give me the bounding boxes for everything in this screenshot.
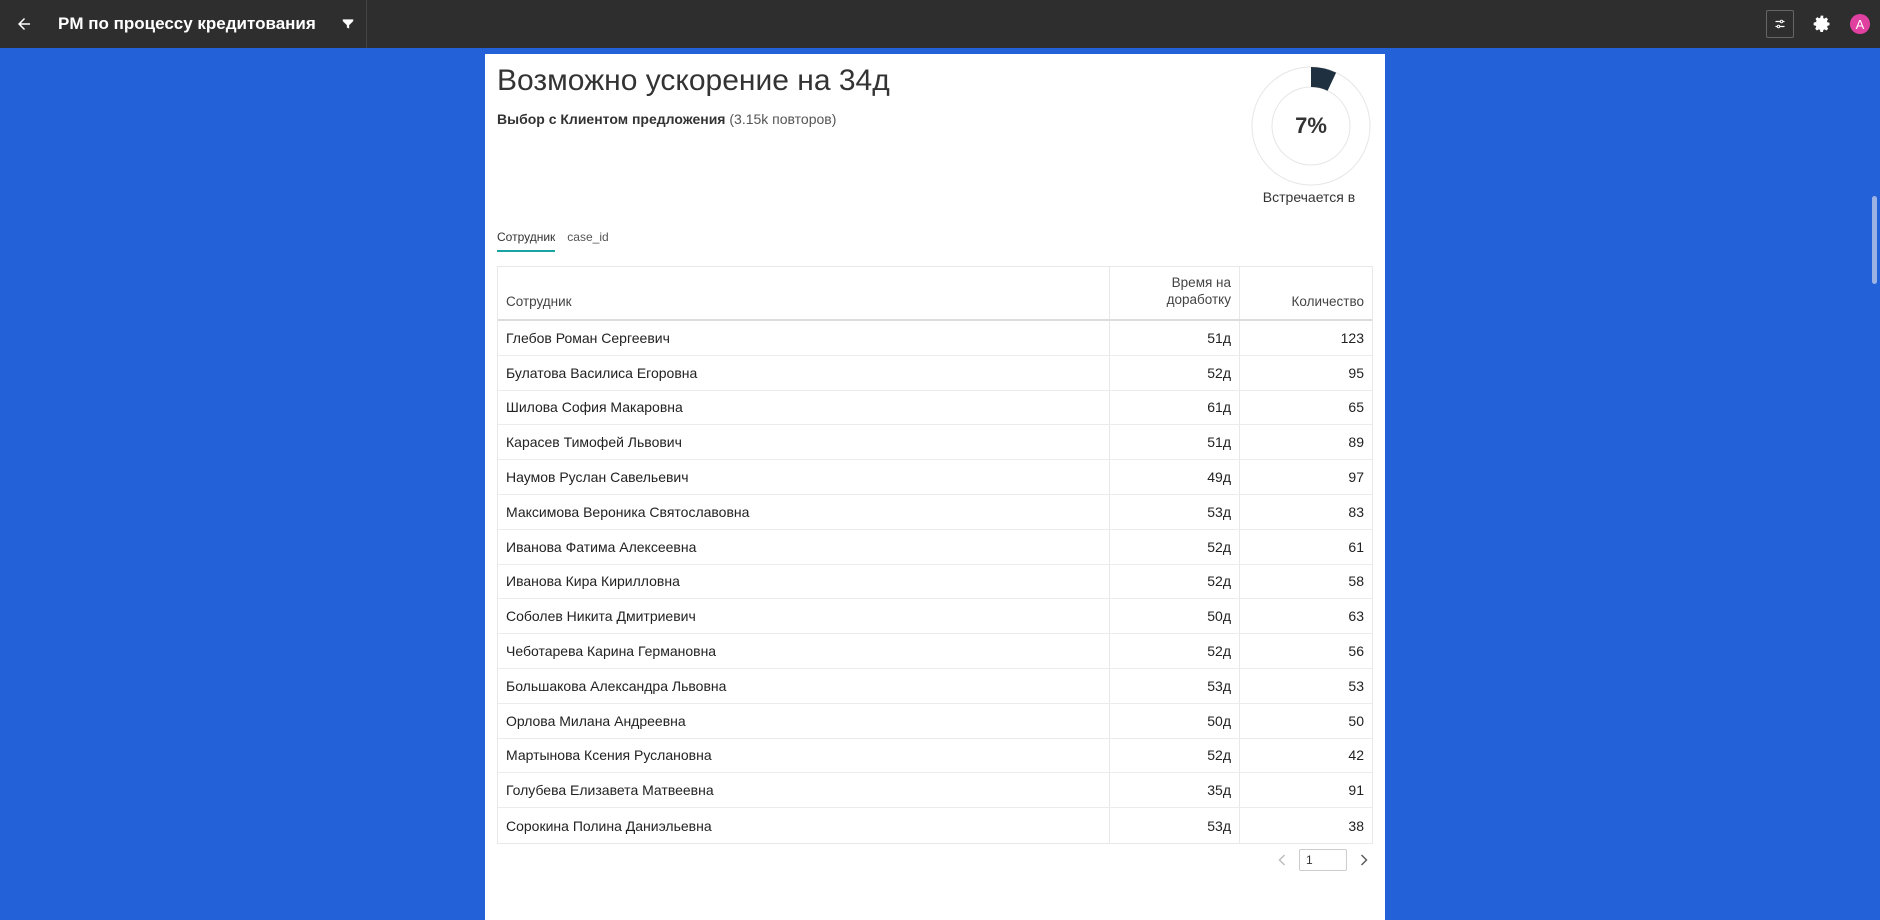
chevron-left-icon xyxy=(1278,854,1285,866)
prev-page-button[interactable] xyxy=(1275,851,1289,869)
tab-bar: Сотрудник case_id xyxy=(497,230,609,252)
count-cell: 89 xyxy=(1348,434,1364,451)
filter-icon xyxy=(342,19,354,29)
employee-name-cell: Соболев Никита Дмитриевич xyxy=(498,599,1110,634)
tab-employee[interactable]: Сотрудник xyxy=(497,230,556,252)
page-title: PM по процессу кредитования xyxy=(58,14,316,33)
donut-caption: Встречается в xyxy=(1262,189,1356,205)
table-row[interactable]: Иванова Фатима Алексеевна 52д 61 xyxy=(498,529,1372,565)
employee-name-cell: Булатова Василиса Егоровна xyxy=(498,355,1110,390)
rework-time-cell: 53д xyxy=(1110,668,1240,703)
count-cell: 123 xyxy=(1340,329,1364,346)
table-row[interactable]: Голубева Елизавета Матвеевна 35д 91 xyxy=(498,773,1372,809)
table-row[interactable]: Глебов Роман Сергеевич 51д 123 xyxy=(498,321,1372,356)
rework-time-cell: 50д xyxy=(1110,599,1240,634)
table-row[interactable]: Соболев Никита Дмитриевич 50д 63 xyxy=(498,599,1372,635)
rework-time-cell: 52д xyxy=(1110,529,1240,564)
gear-icon xyxy=(1813,15,1830,32)
table-row[interactable]: Мартынова Ксения Руслановна 52д 42 xyxy=(498,738,1372,774)
employee-name-cell: Мартынова Ксения Руслановна xyxy=(498,738,1110,773)
sliders-icon xyxy=(1775,19,1785,29)
count-cell: 97 xyxy=(1348,469,1364,486)
settings-button[interactable] xyxy=(1808,10,1836,38)
next-page-button[interactable] xyxy=(1357,851,1371,869)
rework-time-cell: 53д xyxy=(1110,808,1240,843)
divider xyxy=(365,0,367,48)
count-cell: 38 xyxy=(1348,817,1364,834)
filter-button[interactable] xyxy=(330,0,366,48)
chevron-right-icon xyxy=(1361,854,1368,866)
avatar[interactable]: A xyxy=(1850,14,1870,34)
table-row[interactable]: Чеботарева Карина Германовна 52д 56 xyxy=(498,634,1372,669)
column-header-rework-time[interactable]: Время на доработку xyxy=(1110,267,1240,319)
employee-name-cell: Иванова Фатима Алексеевна xyxy=(498,529,1110,564)
page-scrollbar[interactable] xyxy=(1872,196,1877,284)
count-cell: 61 xyxy=(1348,538,1364,555)
count-cell: 83 xyxy=(1348,503,1364,520)
rework-time-cell: 51д xyxy=(1110,321,1240,355)
rework-time-cell: 52д xyxy=(1110,355,1240,390)
speedup-headline: Возможно ускорение на 34д xyxy=(497,64,890,97)
employee-name-cell: Иванова Кира Кирилловна xyxy=(498,564,1110,599)
employee-name-cell: Наумов Руслан Савельевич xyxy=(498,460,1110,494)
table-row[interactable]: Наумов Руслан Савельевич 49д 97 xyxy=(498,460,1372,495)
table-row[interactable]: Иванова Кира Кирилловна 52д 58 xyxy=(498,564,1372,600)
employee-name-cell: Карасев Тимофей Львович xyxy=(498,425,1110,460)
count-cell: 95 xyxy=(1348,364,1364,381)
rework-time-cell: 49д xyxy=(1110,460,1240,494)
arrow-left-icon xyxy=(18,18,30,30)
count-cell: 65 xyxy=(1348,399,1364,416)
table-row[interactable]: Булатова Василиса Егоровна 52д 95 xyxy=(498,355,1372,391)
column-header-count[interactable]: Количество xyxy=(1240,267,1372,319)
rework-time-cell: 52д xyxy=(1110,634,1240,668)
content-card: Возможно ускорение на 34д Выбор с Клиент… xyxy=(485,54,1385,920)
top-bar: PM по процессу кредитования A xyxy=(0,0,1880,48)
rework-time-cell: 61д xyxy=(1110,390,1240,425)
table-header: Сотрудник Время на доработку Количество xyxy=(498,267,1372,321)
employee-name-cell: Максимова Вероника Святославовна xyxy=(498,494,1110,529)
table-body: Глебов Роман Сергеевич 51д 123 Булатова Вас… xyxy=(498,321,1372,843)
table-row[interactable]: Максимова Вероника Святославовна 53д 83 xyxy=(498,494,1372,530)
employee-name-cell: Шилова София Макаровна xyxy=(498,390,1110,425)
rework-time-cell: 52д xyxy=(1110,564,1240,599)
activity-subtitle: Выбор с Клиентом предложения (3.15k повт… xyxy=(497,111,836,127)
occurrence-donut: 7% xyxy=(1249,64,1373,188)
employee-name-cell: Чеботарева Карина Германовна xyxy=(498,634,1110,668)
count-cell: 56 xyxy=(1348,643,1364,660)
activity-name: Выбор с Клиентом предложения xyxy=(497,111,726,127)
back-button[interactable] xyxy=(0,0,48,48)
repeat-count: (3.15k повторов) xyxy=(729,111,837,127)
count-cell: 42 xyxy=(1348,747,1364,764)
count-cell: 63 xyxy=(1348,608,1364,625)
table-row[interactable]: Шилова София Макаровна 61д 65 xyxy=(498,390,1372,426)
pagination xyxy=(1275,849,1371,871)
table-row[interactable]: Сорокина Полина Даниэльевна 53д 38 xyxy=(498,808,1372,843)
rework-time-cell: 53д xyxy=(1110,494,1240,529)
rework-time-cell: 50д xyxy=(1110,703,1240,738)
count-cell: 91 xyxy=(1348,782,1364,799)
rework-time-cell: 35д xyxy=(1110,773,1240,808)
count-cell: 53 xyxy=(1348,677,1364,694)
column-header-employee[interactable]: Сотрудник xyxy=(498,267,1110,319)
page-number-input[interactable] xyxy=(1299,849,1347,871)
employee-table: Сотрудник Время на доработку Количество … xyxy=(497,266,1373,844)
table-row[interactable]: Большакова Александра Львовна 53д 53 xyxy=(498,668,1372,704)
employee-name-cell: Большакова Александра Львовна xyxy=(498,668,1110,703)
employee-name-cell: Голубева Елизавета Матвеевна xyxy=(498,773,1110,808)
rework-time-cell: 52д xyxy=(1110,738,1240,773)
sliders-button[interactable] xyxy=(1766,10,1794,38)
table-row[interactable]: Карасев Тимофей Львович 51д 89 xyxy=(498,425,1372,461)
rework-time-cell: 51д xyxy=(1110,425,1240,460)
employee-name-cell: Орлова Милана Андреевна xyxy=(498,703,1110,738)
count-cell: 50 xyxy=(1348,712,1364,729)
table-row[interactable]: Орлова Милана Андреевна 50д 50 xyxy=(498,703,1372,739)
employee-name-cell: Сорокина Полина Даниэльевна xyxy=(498,808,1110,843)
tab-case-id[interactable]: case_id xyxy=(567,230,608,252)
donut-percent: 7% xyxy=(1295,113,1327,138)
employee-name-cell: Глебов Роман Сергеевич xyxy=(498,321,1110,355)
count-cell: 58 xyxy=(1348,573,1364,590)
